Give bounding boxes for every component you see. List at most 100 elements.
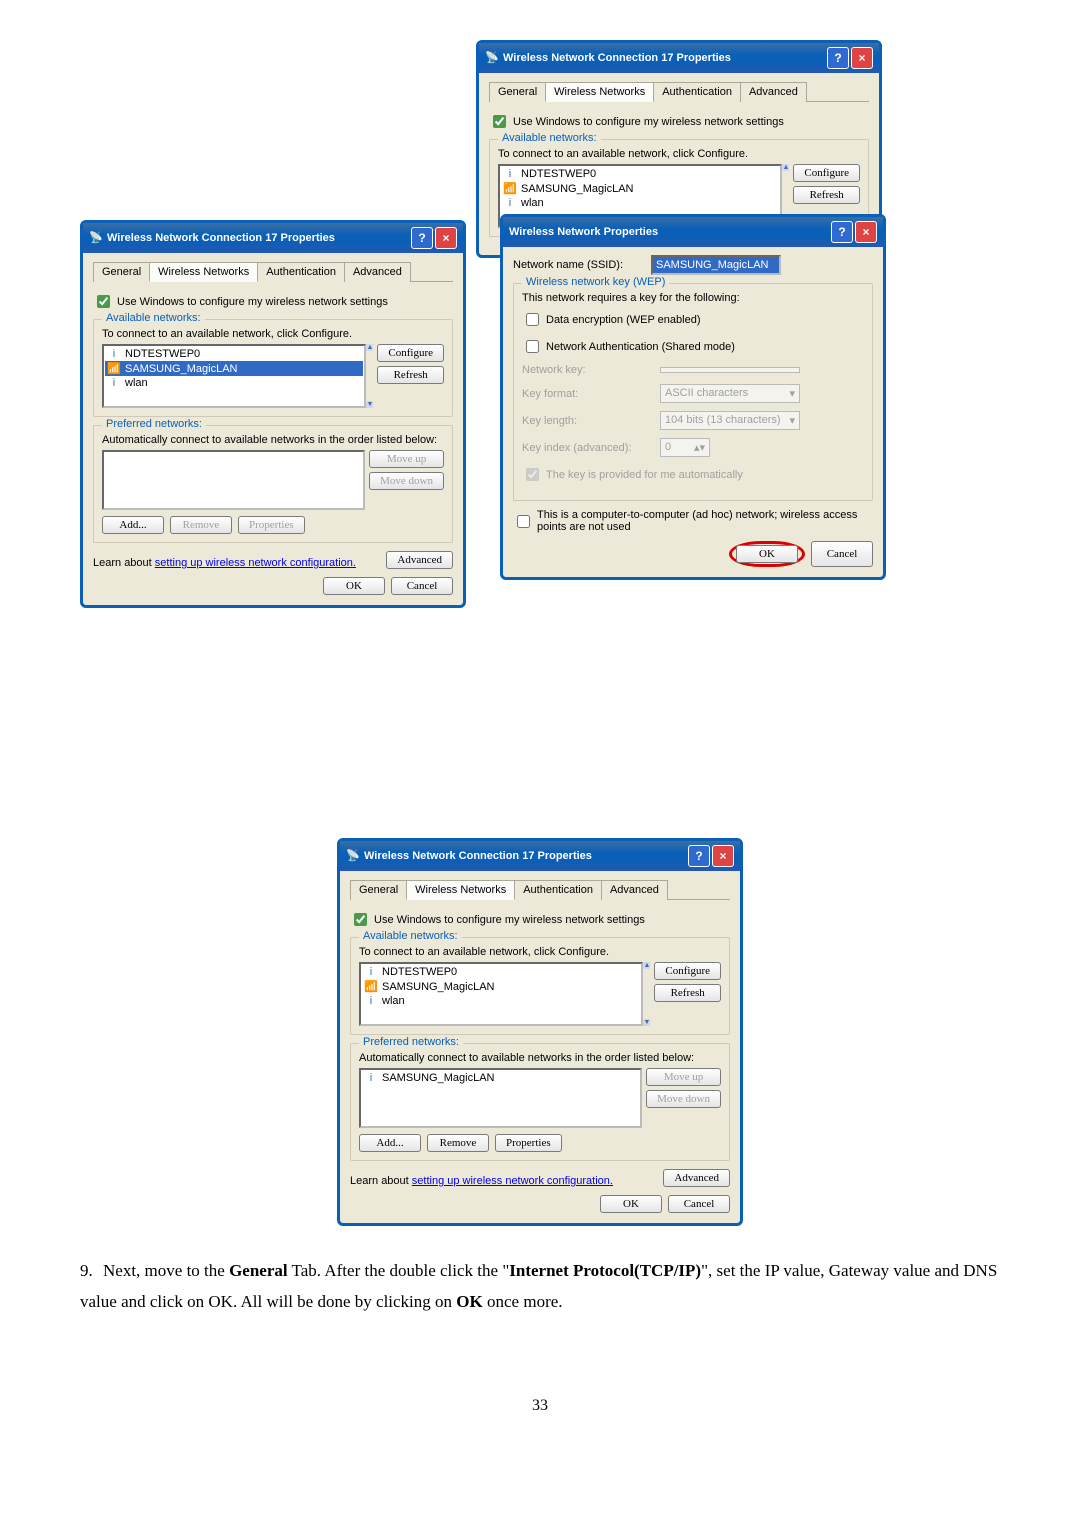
tab-general[interactable]: General xyxy=(489,82,546,102)
data-encryption-checkbox[interactable] xyxy=(526,313,539,326)
advanced-button[interactable]: Advanced xyxy=(386,551,453,569)
configure-button[interactable]: Configure xyxy=(654,962,721,980)
network-item[interactable]: iNDTESTWEP0 xyxy=(105,347,363,361)
signal-icon: 📶 xyxy=(503,182,517,195)
configure-button[interactable]: Configure xyxy=(377,344,444,362)
tab-wireless-networks[interactable]: Wireless Networks xyxy=(406,880,515,900)
tab-general[interactable]: General xyxy=(93,262,150,282)
adhoc-checkbox[interactable] xyxy=(517,515,530,528)
properties-button: Properties xyxy=(238,516,305,534)
network-item[interactable]: 📶SAMSUNG_MagicLAN xyxy=(362,979,640,994)
available-networks-group: Available networks: To connect to an ava… xyxy=(350,937,730,1035)
title-bar: 📡 Wireless Network Connection 17 Propert… xyxy=(83,223,463,253)
key-index-spinner: 0▴▾ xyxy=(660,438,710,457)
move-up-button: Move up xyxy=(369,450,444,468)
key-index-label: Key index (advanced): xyxy=(522,442,652,454)
tab-wireless-networks[interactable]: Wireless Networks xyxy=(149,262,258,282)
available-networks-list[interactable]: iNDTESTWEP0 📶SAMSUNG_MagicLAN iwlan xyxy=(102,344,366,408)
use-windows-label: Use Windows to configure my wireless net… xyxy=(374,914,645,926)
advanced-button[interactable]: Advanced xyxy=(663,1169,730,1187)
network-auth-checkbox[interactable] xyxy=(526,340,539,353)
key-format-label: Key format: xyxy=(522,388,652,400)
ok-button[interactable]: OK xyxy=(736,545,798,563)
move-down-button: Move down xyxy=(646,1090,721,1108)
tab-strip: General Wireless Networks Authentication… xyxy=(93,261,453,282)
network-key-label: Network key: xyxy=(522,364,652,376)
close-button[interactable]: × xyxy=(851,47,873,69)
network-icon: 📡 xyxy=(485,51,499,65)
key-auto-checkbox xyxy=(526,468,539,481)
title-text: Wireless Network Properties xyxy=(509,226,658,238)
move-down-button: Move down xyxy=(369,472,444,490)
refresh-button[interactable]: Refresh xyxy=(793,186,860,204)
signal-icon: i xyxy=(364,966,378,978)
tab-authentication[interactable]: Authentication xyxy=(257,262,345,282)
title-text: Wireless Network Connection 17 Propertie… xyxy=(364,850,592,862)
network-icon: 📡 xyxy=(89,231,103,245)
help-button[interactable]: ? xyxy=(411,227,433,249)
tab-advanced[interactable]: Advanced xyxy=(344,262,411,282)
preferred-networks-list[interactable]: iSAMSUNG_MagicLAN xyxy=(359,1068,642,1128)
add-button[interactable]: Add... xyxy=(359,1134,421,1152)
tab-general[interactable]: General xyxy=(350,880,407,900)
key-length-select: 104 bits (13 characters)▾ xyxy=(660,411,800,430)
network-item-selected[interactable]: 📶SAMSUNG_MagicLAN xyxy=(105,361,363,376)
help-button[interactable]: ? xyxy=(831,221,853,243)
cancel-button[interactable]: Cancel xyxy=(668,1195,730,1213)
close-button[interactable]: × xyxy=(712,845,734,867)
signal-icon: 📶 xyxy=(364,980,378,993)
dialog-wnc-properties-3: 📡 Wireless Network Connection 17 Propert… xyxy=(337,838,743,1226)
use-windows-checkbox[interactable] xyxy=(354,913,367,926)
ssid-field[interactable]: SAMSUNG_MagicLAN xyxy=(651,255,781,275)
learn-link[interactable]: setting up wireless network configuratio… xyxy=(155,557,356,569)
remove-button: Remove xyxy=(170,516,232,534)
refresh-button[interactable]: Refresh xyxy=(377,366,444,384)
configure-button[interactable]: Configure xyxy=(793,164,860,182)
available-networks-list[interactable]: iNDTESTWEP0 📶SAMSUNG_MagicLAN iwlan xyxy=(359,962,643,1026)
remove-button[interactable]: Remove xyxy=(427,1134,489,1152)
tab-wireless-networks[interactable]: Wireless Networks xyxy=(545,82,654,102)
close-button[interactable]: × xyxy=(435,227,457,249)
learn-link[interactable]: setting up wireless network configuratio… xyxy=(412,1175,613,1187)
help-button[interactable]: ? xyxy=(688,845,710,867)
scroll-down[interactable]: ▼ xyxy=(643,1019,650,1026)
scroll-up[interactable]: ▲ xyxy=(782,164,789,171)
network-item[interactable]: iwlan xyxy=(501,196,779,210)
network-item[interactable]: iwlan xyxy=(105,376,363,390)
ok-button[interactable]: OK xyxy=(323,577,385,595)
title-text: Wireless Network Connection 17 Propertie… xyxy=(107,232,335,244)
add-button[interactable]: Add... xyxy=(102,516,164,534)
refresh-button[interactable]: Refresh xyxy=(654,984,721,1002)
ok-annotation: OK xyxy=(729,541,805,567)
help-button[interactable]: ? xyxy=(827,47,849,69)
network-item[interactable]: 📶SAMSUNG_MagicLAN xyxy=(501,181,779,196)
preferred-networks-list[interactable] xyxy=(102,450,365,510)
tab-authentication[interactable]: Authentication xyxy=(653,82,741,102)
scroll-up[interactable]: ▲ xyxy=(366,344,373,351)
signal-icon: 📶 xyxy=(107,362,121,375)
cancel-button[interactable]: Cancel xyxy=(811,541,873,567)
tab-advanced[interactable]: Advanced xyxy=(740,82,807,102)
scroll-down[interactable]: ▼ xyxy=(366,401,373,408)
signal-icon: i xyxy=(364,995,378,1007)
learn-text: Learn about setting up wireless network … xyxy=(93,557,356,569)
page-number: 33 xyxy=(80,1397,1000,1415)
key-format-select: ASCII characters▾ xyxy=(660,384,800,403)
scroll-up[interactable]: ▲ xyxy=(643,962,650,969)
tab-strip: General Wireless Networks Authentication… xyxy=(350,879,730,900)
use-windows-checkbox[interactable] xyxy=(493,115,506,128)
properties-button[interactable]: Properties xyxy=(495,1134,562,1152)
close-button[interactable]: × xyxy=(855,221,877,243)
title-bar: 📡 Wireless Network Connection 17 Propert… xyxy=(479,43,879,73)
network-item[interactable]: iNDTESTWEP0 xyxy=(501,167,779,181)
tab-authentication[interactable]: Authentication xyxy=(514,880,602,900)
tab-advanced[interactable]: Advanced xyxy=(601,880,668,900)
instruction-paragraph: 9. Next, move to the General Tab. After … xyxy=(80,1256,1000,1317)
network-item[interactable]: iwlan xyxy=(362,994,640,1008)
ok-button[interactable]: OK xyxy=(600,1195,662,1213)
cancel-button[interactable]: Cancel xyxy=(391,577,453,595)
network-item[interactable]: iSAMSUNG_MagicLAN xyxy=(362,1071,639,1085)
network-item[interactable]: iNDTESTWEP0 xyxy=(362,965,640,979)
use-windows-checkbox[interactable] xyxy=(97,295,110,308)
dialog-wnc-properties-1: 📡 Wireless Network Connection 17 Propert… xyxy=(80,220,466,608)
